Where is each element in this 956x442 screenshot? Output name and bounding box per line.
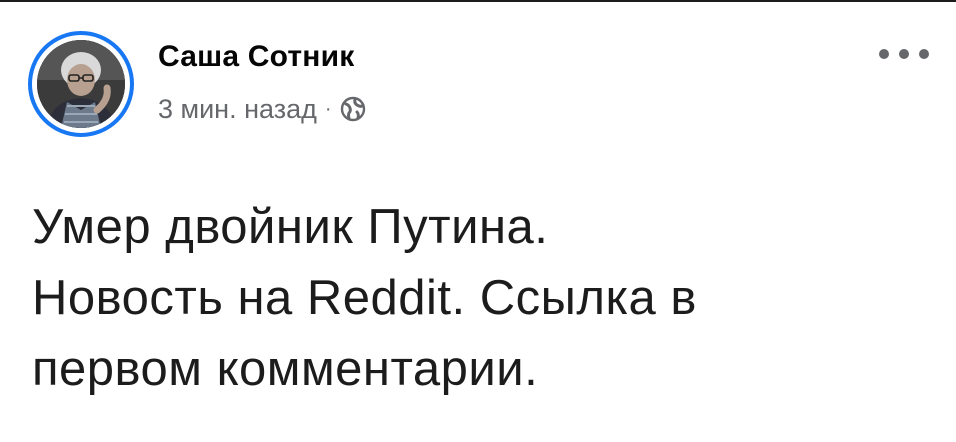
author-avatar-ring[interactable] (28, 31, 134, 137)
meta-separator: · (324, 97, 332, 120)
post-timestamp[interactable]: 3 мин. назад (158, 94, 317, 125)
post-text-line: Умер двойник Путина. (32, 200, 549, 254)
facebook-post: Саша Сотник 3 мин. назад · Умер двойник … (0, 2, 956, 442)
post-text-line: Новость на Reddit. Ссылка в (32, 271, 697, 325)
post-text-line: первом комментарии. (32, 342, 539, 396)
author-name[interactable]: Саша Сотник (158, 40, 354, 74)
avatar[interactable] (37, 40, 125, 128)
more-options-button[interactable] (872, 36, 936, 72)
avatar-photo (37, 40, 125, 128)
globe-icon[interactable] (340, 96, 366, 122)
post-meta: 3 мин. назад · (158, 92, 366, 126)
more-options-icon (879, 49, 929, 59)
post-text: Умер двойник Путина. Новость на Reddit. … (32, 192, 932, 405)
